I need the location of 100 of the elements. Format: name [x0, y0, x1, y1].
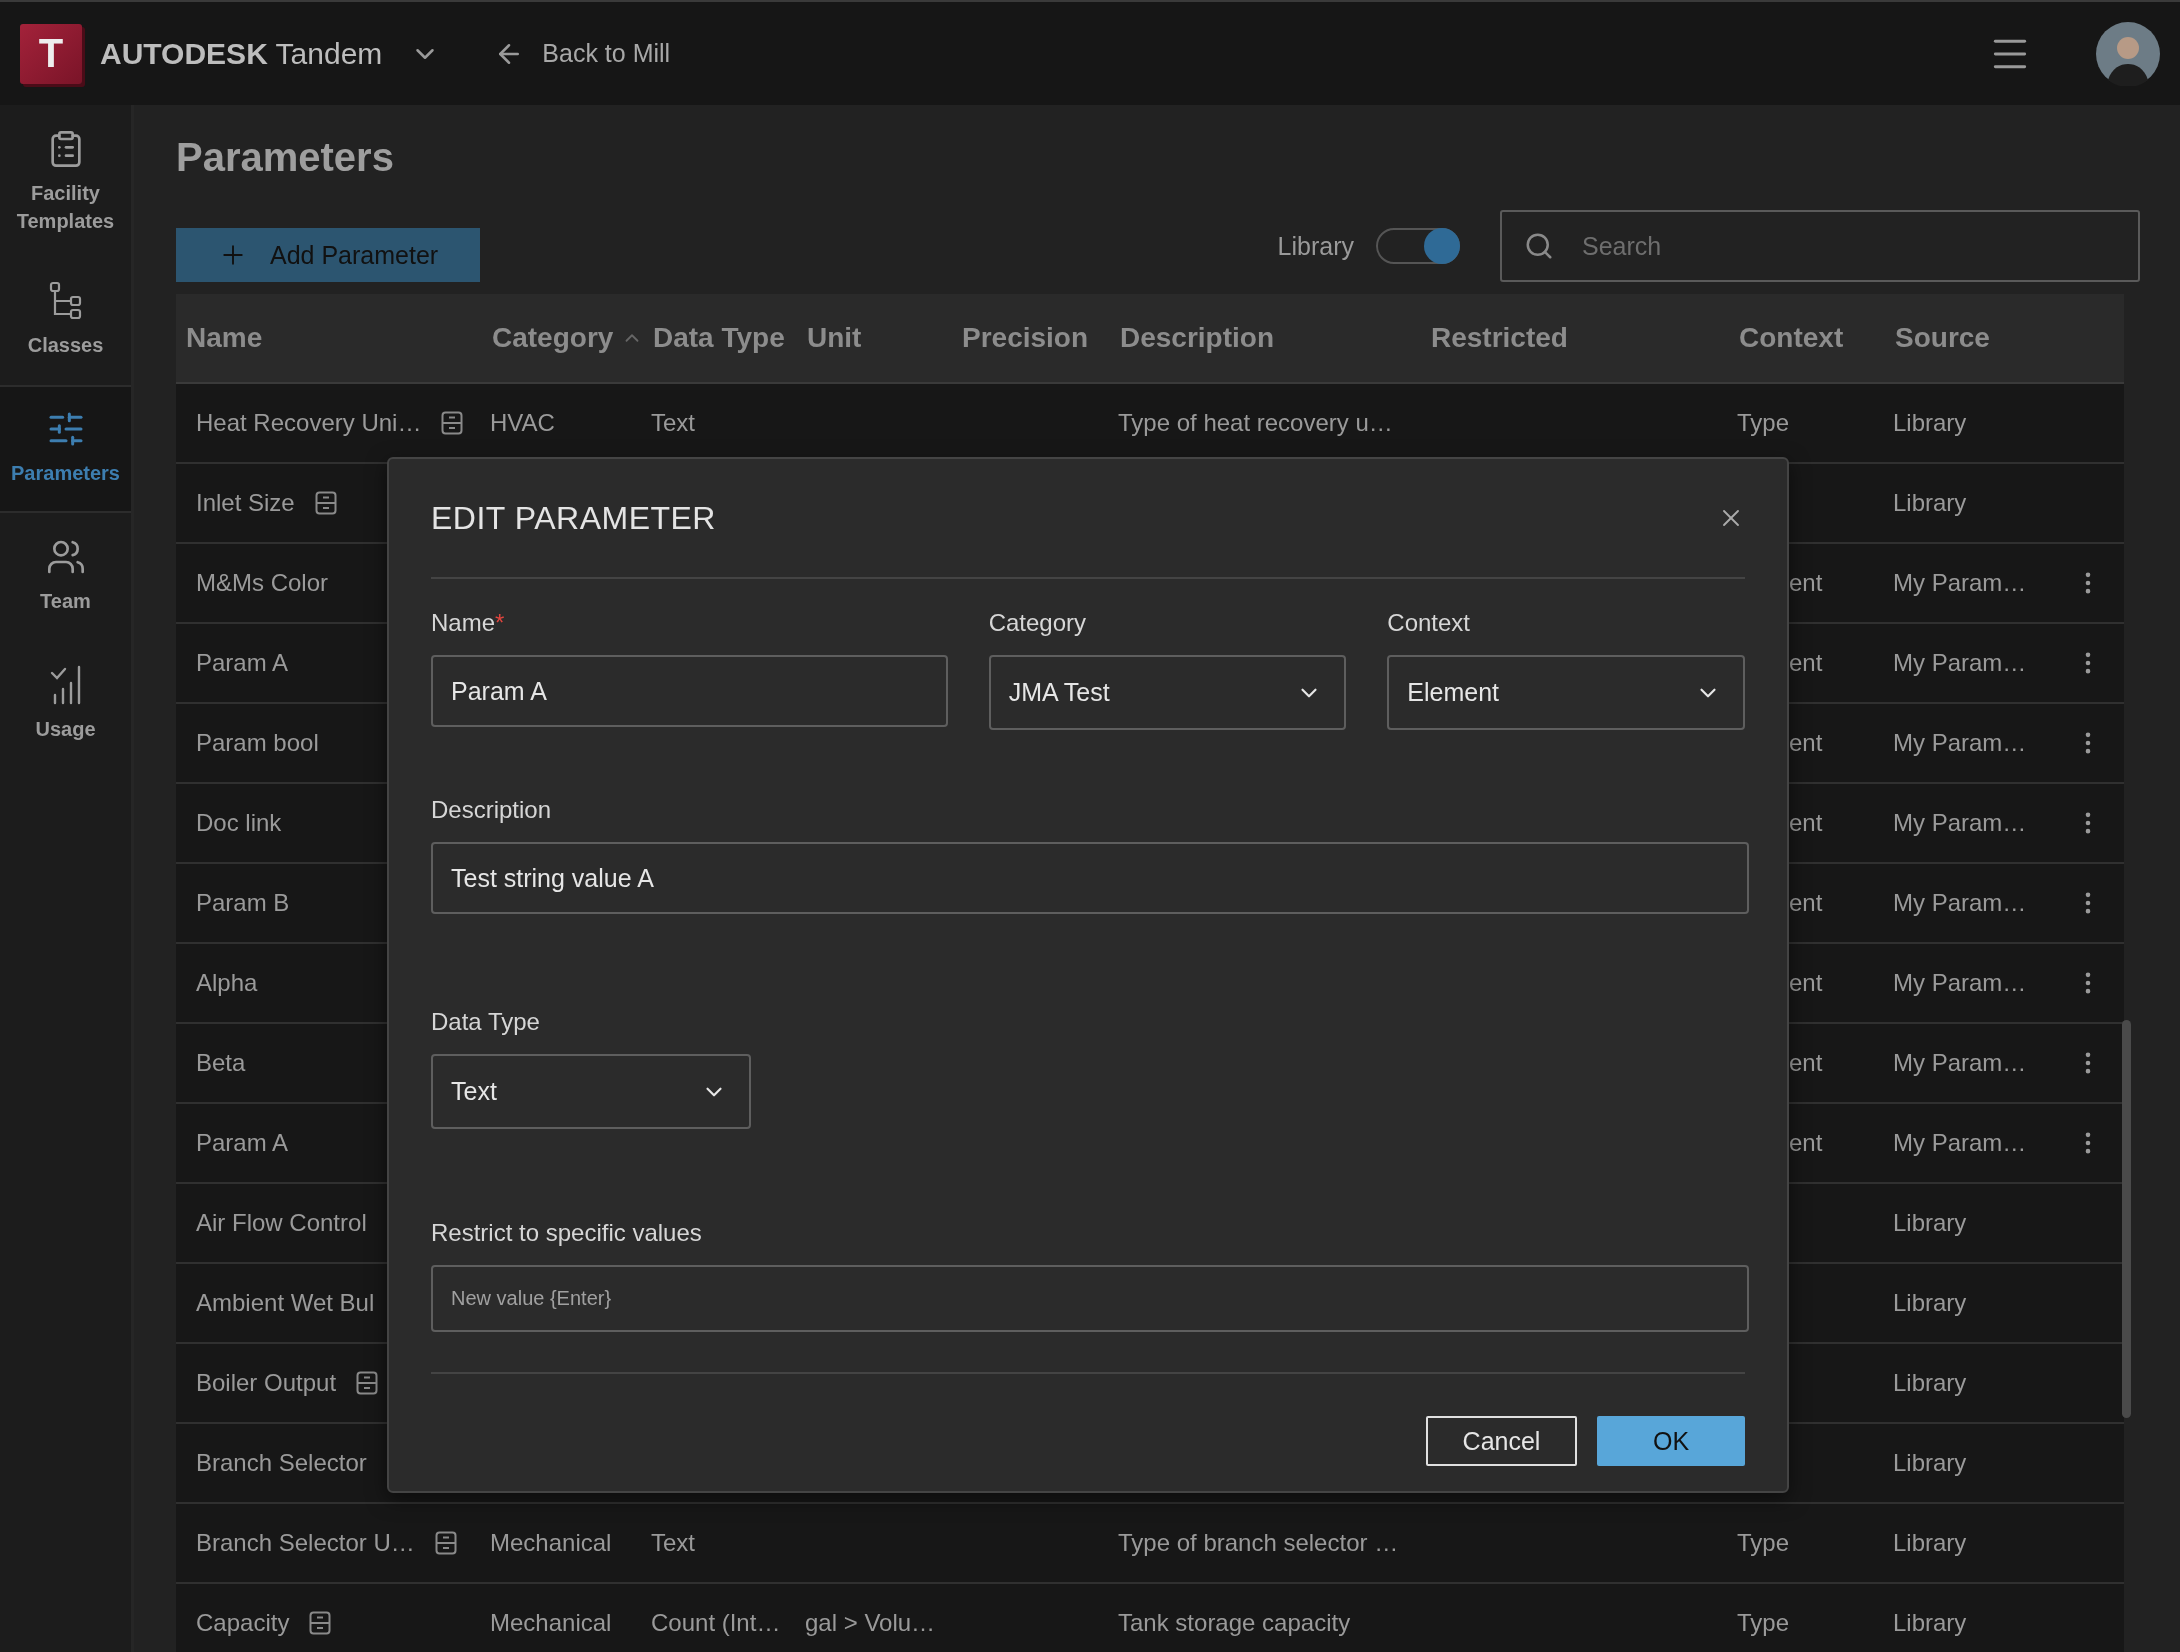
category-select[interactable]: JMA Test [988, 655, 1347, 730]
field-label: Name* [431, 609, 506, 638]
name-cell: Param bool [196, 729, 319, 757]
name-cell: Beta [196, 1049, 246, 1077]
hierarchy-icon [48, 281, 83, 321]
source-cell-text: Library [1892, 1209, 1967, 1237]
field-label: Category [988, 609, 1088, 638]
search-icon [1524, 231, 1554, 261]
source-cell-text: My Param… [1892, 1049, 2027, 1077]
context-select[interactable]: Element [1387, 655, 1745, 730]
sidebar-item[interactable]: Facility Templates [0, 105, 131, 257]
avatar[interactable] [2096, 21, 2160, 86]
name-cell: Param A [196, 1129, 289, 1157]
ok-button[interactable]: OK [1597, 1416, 1745, 1466]
name-cell: Heat Recovery Uni… [196, 409, 422, 437]
data-type-cell-text: Text [650, 1529, 695, 1557]
category-cell-text: Mechanical [489, 1609, 612, 1637]
field-label: Data Type [431, 1008, 541, 1037]
name-cell: Air Flow Control [196, 1209, 367, 1237]
column-header[interactable]: Source [1895, 322, 1990, 354]
sidebar-item[interactable]: Classes [0, 257, 131, 385]
context-cell-text: ent [1788, 1049, 1823, 1077]
context-cell-text: Type [1736, 409, 1790, 437]
drawer-icon [356, 1371, 379, 1395]
name-cell: Branch Selector U… [196, 1529, 415, 1557]
column-header[interactable]: Category [492, 322, 644, 354]
context-cell-text: Type [1736, 1609, 1790, 1637]
source-cell-text: Library [1892, 489, 1967, 517]
context-cell-text: ent [1788, 809, 1823, 837]
description-input[interactable]: Test string value A [431, 842, 1749, 914]
column-header[interactable]: Data Type [653, 322, 785, 354]
source-cell-text: Library [1892, 1369, 1967, 1397]
name-cell: M&Ms Color [196, 569, 328, 597]
drawer-icon [434, 1531, 457, 1555]
field-label: Description [431, 796, 553, 825]
name-input[interactable]: Param A [431, 655, 948, 727]
drawer-icon [314, 491, 337, 515]
page-title: Parameters [176, 135, 395, 180]
dialog-title: EDIT PARAMETER [431, 499, 716, 537]
table-row[interactable]: Capacity Mechanical Count (Int… gal > Volu… Tank storage capacity Type Library [176, 1584, 2124, 1652]
source-cell-text: My Param… [1892, 649, 2027, 677]
category-cell-text: HVAC [489, 409, 555, 437]
values-input[interactable]: New value {Enter} [431, 1265, 1749, 1332]
data-type-cell-text: Count (Int… [650, 1609, 781, 1637]
scrollbar[interactable] [2122, 1020, 2131, 1418]
column-header[interactable]: Restricted [1431, 322, 1568, 354]
table-row[interactable]: Branch Selector U… Mechanical Text Type of branch selector … Type Library [176, 1504, 2124, 1584]
source-cell-text: My Param… [1892, 809, 2027, 837]
context-cell-text: Type [1736, 1529, 1790, 1557]
description-cell-text: Type of heat recovery u… [1117, 409, 1393, 437]
unit-cell-text: gal > Volu… [804, 1609, 936, 1637]
context-cell-text: ent [1788, 649, 1823, 677]
sidebar-item[interactable]: Parameters [0, 385, 131, 513]
context-cell-text: ent [1788, 569, 1823, 597]
source-cell-text: My Param… [1892, 889, 2027, 917]
field-label: Restrict to specific values [431, 1219, 703, 1248]
search-field[interactable]: Search [1500, 210, 2140, 282]
name-cell: Doc link [196, 809, 282, 837]
name-cell: Param A [196, 649, 289, 677]
name-cell: Inlet Size [196, 489, 295, 517]
cancel-button[interactable]: Cancel [1426, 1416, 1577, 1466]
source-cell-text: Library [1892, 1449, 1967, 1477]
data-type-select[interactable]: Text [431, 1054, 751, 1129]
context-cell-text: ent [1788, 1129, 1823, 1157]
field-label: Context [1387, 609, 1472, 638]
source-cell-text: Library [1892, 1289, 1967, 1317]
bar-chart-icon [48, 665, 83, 705]
column-header[interactable]: Description [1120, 322, 1275, 354]
column-header[interactable]: Precision [962, 322, 1089, 354]
source-cell-text: Library [1892, 409, 1967, 437]
product-name: AUTODESK Tandem [100, 36, 383, 71]
sidebar-item[interactable]: Team [0, 513, 131, 641]
source-cell-text: My Param… [1892, 1129, 2027, 1157]
context-cell-text: ent [1788, 729, 1823, 757]
column-header[interactable]: Name [186, 322, 263, 354]
toggle-label: Library [1277, 231, 1354, 261]
drawer-icon [441, 411, 464, 435]
app-logo[interactable]: T [20, 23, 82, 84]
source-cell-text: My Param… [1892, 729, 2027, 757]
table-row[interactable]: Heat Recovery Uni… HVAC Text Type of heat recovery u… Type Library [176, 384, 2124, 464]
name-cell: Branch Selector [196, 1449, 367, 1477]
source-cell-text: My Param… [1892, 569, 2027, 597]
sidebar-item[interactable]: Usage [0, 641, 131, 769]
column-header[interactable]: Unit [807, 322, 862, 354]
source-cell-text: Library [1892, 1609, 1967, 1637]
category-cell-text: Mechanical [489, 1529, 612, 1557]
library-toggle[interactable] [1376, 228, 1460, 264]
name-cell: Capacity [196, 1609, 290, 1637]
back-link[interactable]: Back to Mill [542, 39, 671, 68]
source-cell-text: Library [1892, 1529, 1967, 1557]
description-cell-text: Tank storage capacity [1117, 1609, 1351, 1637]
context-cell-text: ent [1788, 889, 1823, 917]
source-cell-text: My Param… [1892, 969, 2027, 997]
name-cell: Boiler Output [196, 1369, 337, 1397]
data-type-cell-text: Text [650, 409, 695, 437]
name-cell: Param B [196, 889, 290, 917]
context-cell-text: ent [1788, 969, 1823, 997]
description-cell-text: Type of branch selector … [1117, 1529, 1399, 1557]
name-cell: Alpha [196, 969, 258, 997]
column-header[interactable]: Context [1739, 322, 1844, 354]
